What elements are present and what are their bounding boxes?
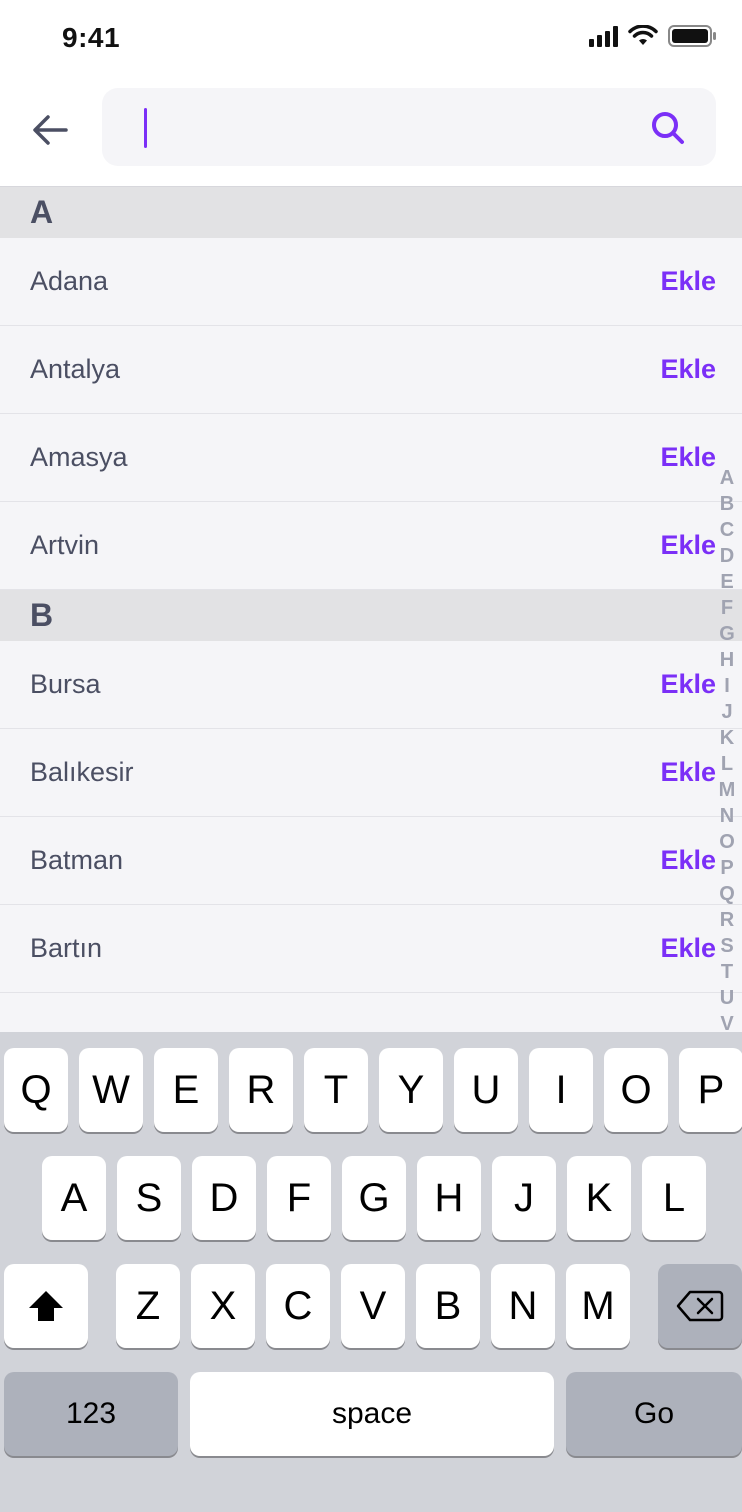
key-h[interactable]: H: [417, 1156, 481, 1240]
search-box: [102, 88, 716, 166]
index-letter[interactable]: T: [721, 959, 733, 985]
keyboard: 123 space Go QWERTYUIOP ASDFGHJKL ZXCVBNM: [0, 1032, 742, 1512]
backspace-icon: [676, 1290, 724, 1322]
key-v[interactable]: V: [341, 1264, 405, 1348]
battery-icon: [668, 25, 716, 47]
key-c[interactable]: C: [266, 1264, 330, 1348]
key-d[interactable]: D: [192, 1156, 256, 1240]
back-arrow-icon: [33, 115, 68, 145]
index-letter[interactable]: G: [719, 621, 735, 647]
key-b[interactable]: B: [416, 1264, 480, 1348]
add-button[interactable]: Ekle: [660, 845, 716, 876]
search-icon[interactable]: [650, 110, 686, 146]
add-button[interactable]: Ekle: [660, 442, 716, 473]
index-letter[interactable]: A: [720, 465, 734, 491]
list-item[interactable]: Bartın Ekle: [0, 905, 742, 993]
status-time: 9:41: [62, 22, 121, 53]
index-letter[interactable]: R: [720, 907, 734, 933]
index-letter[interactable]: O: [719, 829, 735, 855]
index-letter[interactable]: F: [721, 595, 733, 621]
search-header: [0, 80, 742, 186]
key-n[interactable]: N: [491, 1264, 555, 1348]
signal-icon: [589, 25, 618, 47]
list-item[interactable]: Balıkesir Ekle: [0, 729, 742, 817]
list-item[interactable]: Batman Ekle: [0, 817, 742, 905]
back-button[interactable]: [28, 108, 72, 152]
key-f[interactable]: F: [267, 1156, 331, 1240]
key-z[interactable]: Z: [116, 1264, 180, 1348]
section-header-b: B: [0, 590, 742, 641]
index-letter[interactable]: D: [720, 543, 734, 569]
list-item[interactable]: Adana Ekle: [0, 238, 742, 326]
key-k[interactable]: K: [567, 1156, 631, 1240]
add-button[interactable]: Ekle: [660, 266, 716, 297]
city-name: Balıkesir: [30, 757, 134, 787]
index-letter[interactable]: M: [719, 777, 736, 803]
numbers-key[interactable]: 123: [4, 1372, 178, 1456]
key-e[interactable]: E: [154, 1048, 218, 1132]
add-button[interactable]: Ekle: [660, 757, 716, 788]
add-button[interactable]: Ekle: [660, 933, 716, 964]
list-item[interactable]: Bursa Ekle: [0, 641, 742, 729]
add-button[interactable]: Ekle: [660, 354, 716, 385]
city-name: Artvin: [30, 530, 100, 560]
key-y[interactable]: Y: [379, 1048, 443, 1132]
key-p[interactable]: P: [679, 1048, 742, 1132]
key-i[interactable]: I: [529, 1048, 593, 1132]
add-button[interactable]: Ekle: [660, 530, 716, 561]
key-w[interactable]: W: [79, 1048, 143, 1132]
space-key[interactable]: space: [190, 1372, 554, 1456]
index-letter[interactable]: H: [720, 647, 734, 673]
add-button[interactable]: Ekle: [660, 669, 716, 700]
index-letter[interactable]: C: [720, 517, 734, 543]
list-item[interactable]: Antalya Ekle: [0, 326, 742, 414]
key-g[interactable]: G: [342, 1156, 406, 1240]
status-icons: [589, 24, 718, 48]
text-caret: [144, 108, 147, 148]
key-j[interactable]: J: [492, 1156, 556, 1240]
key-u[interactable]: U: [454, 1048, 518, 1132]
index-letter[interactable]: K: [720, 725, 734, 751]
alphabet-index[interactable]: ABCDEFGHIJKLMNOPQRSTUV: [716, 465, 738, 1037]
index-letter[interactable]: N: [720, 803, 734, 829]
city-name: Amasya: [30, 442, 128, 472]
key-o[interactable]: O: [604, 1048, 668, 1132]
shift-key[interactable]: [4, 1264, 88, 1348]
list-item[interactable]: Amasya Ekle: [0, 414, 742, 502]
search-input[interactable]: [142, 106, 622, 148]
index-letter[interactable]: J: [721, 699, 732, 725]
city-name: Antalya: [30, 354, 121, 384]
index-letter[interactable]: I: [724, 673, 730, 699]
index-letter[interactable]: U: [720, 985, 734, 1011]
list-item[interactable]: Artvin Ekle: [0, 502, 742, 590]
index-letter[interactable]: Q: [719, 881, 735, 907]
city-name: Adana: [30, 266, 109, 296]
key-r[interactable]: R: [229, 1048, 293, 1132]
shift-icon: [29, 1291, 63, 1321]
key-l[interactable]: L: [642, 1156, 706, 1240]
status-bar: 9:41: [0, 0, 742, 80]
index-letter[interactable]: B: [720, 491, 734, 517]
key-x[interactable]: X: [191, 1264, 255, 1348]
index-letter[interactable]: S: [720, 933, 733, 959]
section-header-a: A: [0, 187, 742, 238]
wifi-icon: [628, 25, 658, 45]
city-name: Bursa: [30, 669, 101, 699]
backspace-key[interactable]: [658, 1264, 742, 1348]
key-q[interactable]: Q: [4, 1048, 68, 1132]
key-s[interactable]: S: [117, 1156, 181, 1240]
key-m[interactable]: M: [566, 1264, 630, 1348]
city-name: Batman: [30, 845, 124, 875]
key-a[interactable]: A: [42, 1156, 106, 1240]
key-t[interactable]: T: [304, 1048, 368, 1132]
index-letter[interactable]: L: [721, 751, 733, 777]
go-key[interactable]: Go: [566, 1372, 742, 1456]
city-list: A Adana Ekle Antalya Ekle Amasya Ekle Ar…: [0, 187, 742, 1032]
index-letter[interactable]: P: [720, 855, 733, 881]
index-letter[interactable]: E: [720, 569, 733, 595]
city-name: Bartın: [30, 933, 103, 963]
